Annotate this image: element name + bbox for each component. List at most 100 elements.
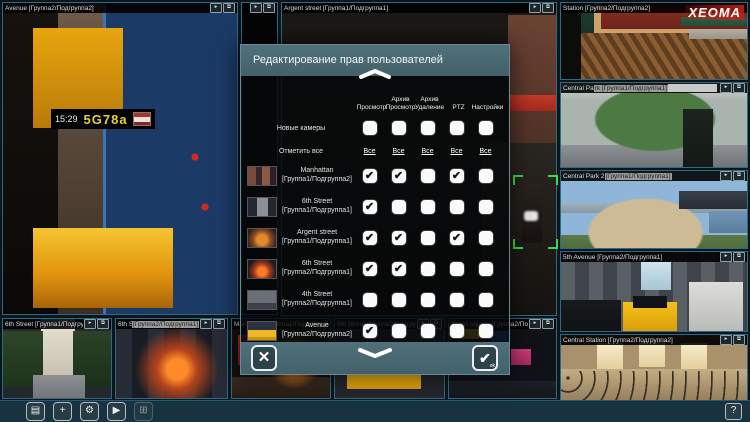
play-icon[interactable]: ▸	[210, 3, 222, 13]
confirm-button[interactable]: ✔ok	[472, 345, 498, 371]
fullscreen-icon[interactable]: ⧉	[733, 83, 745, 93]
select-all-link[interactable]: Все	[450, 148, 462, 155]
permission-checkbox[interactable]	[450, 293, 464, 307]
tile-title: Central Pa	[563, 85, 594, 92]
permission-checkbox[interactable]	[363, 293, 377, 307]
permission-checkbox[interactable]	[392, 200, 406, 214]
cancel-button[interactable]: ✕	[251, 345, 277, 371]
select-all-link[interactable]: Все	[421, 148, 433, 155]
permission-checkbox[interactable]	[450, 231, 464, 245]
xeoma-app-window: Avenue [Группа2/Подгруппа2] ▸⧉ 15:29 5G7…	[0, 0, 750, 422]
permission-checkbox[interactable]	[450, 169, 464, 183]
fullscreen-icon[interactable]: ⧉	[733, 252, 745, 262]
fullscreen-icon[interactable]: ⧉	[213, 319, 225, 329]
camera-feed	[561, 252, 747, 331]
fullscreen-icon[interactable]: ⧉	[733, 335, 745, 345]
camera-tile-6th-street-1[interactable]: 6th Street [Группа1/Подгруппа1] ▸⧉	[2, 318, 112, 399]
permission-checkbox[interactable]	[479, 324, 493, 338]
add-camera-icon[interactable]: +	[53, 402, 72, 421]
tile-title-bar: Central Station [Группа2/Подгруппа2] ▸⧉	[561, 335, 747, 345]
permission-checkbox[interactable]	[479, 200, 493, 214]
tile-title-bar: Argent street [Группа1/Подгруппа1] ▸⧉	[282, 3, 556, 13]
permission-checkbox[interactable]	[392, 262, 406, 276]
col-archive-delete: Архив Удаление	[415, 90, 444, 114]
permission-checkbox[interactable]	[392, 169, 406, 183]
permission-checkbox[interactable]	[421, 200, 435, 214]
permission-checkbox[interactable]	[421, 262, 435, 276]
permission-checkbox[interactable]	[363, 121, 377, 135]
permission-checkbox[interactable]	[421, 169, 435, 183]
fullscreen-icon[interactable]: ⧉	[542, 319, 554, 329]
play-icon[interactable]: ▸	[720, 171, 732, 181]
permission-checkbox[interactable]	[392, 231, 406, 245]
select-all-link[interactable]: Все	[363, 148, 375, 155]
camera-tile-station[interactable]: XEOMA Station [Группа2/Подгруппа2]	[560, 2, 748, 80]
permission-checkbox[interactable]	[479, 169, 493, 183]
tile-title: Argent street [Группа1/Подгруппа1]	[284, 5, 388, 12]
tile-title-input[interactable]	[668, 84, 717, 92]
select-all-link[interactable]: Все	[392, 148, 404, 155]
play-icon[interactable]: ▶	[107, 402, 126, 421]
tile-title-selection[interactable]: rk [Группа1/Подгруппа1]	[594, 85, 668, 92]
permission-checkbox[interactable]	[392, 324, 406, 338]
permission-checkbox[interactable]	[479, 121, 493, 135]
camera-tile-central-park-2[interactable]: Central Park 2 [Группа1/Подгруппа1] ▸⧉	[560, 170, 748, 249]
play-icon[interactable]: ▸	[720, 335, 732, 345]
permission-checkbox[interactable]	[450, 121, 464, 135]
permission-checkbox[interactable]	[479, 293, 493, 307]
tile-title-bar: 5th Avenue [Группа2/Подгруппа1] ▸⧉	[561, 252, 747, 262]
fullscreen-icon[interactable]: ⧉	[542, 3, 554, 13]
scroll-up-chevron[interactable]	[357, 68, 393, 79]
camera-tile-avenue[interactable]: Avenue [Группа2/Подгруппа2] ▸⧉ 15:29 5G7…	[2, 2, 238, 315]
permission-checkbox[interactable]	[421, 231, 435, 245]
scroll-down-chevron[interactable]	[355, 347, 395, 359]
camera-label: 4th Street[Группа2/Подгруппа1]	[279, 291, 355, 309]
permission-checkbox[interactable]	[363, 169, 377, 183]
permission-checkbox[interactable]	[421, 324, 435, 338]
camera-tile-6th-street-2[interactable]: 6th Street [Группа2/Подгруппа1] ▸⧉	[115, 318, 228, 399]
permission-checkbox[interactable]	[363, 231, 377, 245]
tile-title-bar: Avenue [Группа2/Подгруппа2] ▸⧉	[3, 3, 237, 13]
select-all-link[interactable]: Все	[479, 148, 491, 155]
tile-title: 6th Street [Группа1/Подгруппа1]	[5, 321, 83, 328]
camera-list-icon[interactable]: ▤	[26, 402, 45, 421]
play-icon[interactable]: ▸	[529, 319, 541, 329]
permission-checkbox[interactable]	[363, 262, 377, 276]
play-icon[interactable]: ▸	[720, 83, 732, 93]
help-button[interactable]: ?	[725, 403, 742, 420]
settings-gear-icon[interactable]: ⚙	[80, 402, 99, 421]
play-icon[interactable]: ▸	[250, 3, 262, 13]
fullscreen-icon[interactable]: ⧉	[223, 3, 235, 13]
new-cameras-label: Новые камеры	[247, 125, 355, 132]
permission-checkbox[interactable]	[392, 293, 406, 307]
permission-checkbox[interactable]	[479, 231, 493, 245]
camera-label: Manhattan[Группа1/Подгруппа2]	[279, 167, 355, 185]
permission-checkbox[interactable]	[450, 262, 464, 276]
column-headers: Просмотр Архив Просмотр Архив Удаление P…	[357, 90, 509, 114]
permission-checkbox[interactable]	[421, 121, 435, 135]
permission-checkbox[interactable]	[450, 200, 464, 214]
permission-checkbox[interactable]	[479, 262, 493, 276]
permission-checkbox[interactable]	[392, 121, 406, 135]
play-icon[interactable]: ▸	[720, 252, 732, 262]
permission-checkbox[interactable]	[363, 324, 377, 338]
tile-title-bar: Central Park 2 [Группа1/Подгруппа1] ▸⧉	[561, 171, 747, 181]
camera-tile-central-station[interactable]: Central Station [Группа2/Подгруппа2] ▸⧉	[560, 334, 748, 404]
play-icon[interactable]: ▸	[84, 319, 96, 329]
permission-checkbox[interactable]	[450, 324, 464, 338]
permission-checkbox[interactable]	[421, 293, 435, 307]
play-icon[interactable]: ▸	[529, 3, 541, 13]
grid-layout-icon[interactable]: ⊞	[134, 402, 153, 421]
tile-title-bar: 6th Street [Группа1/Подгруппа1] ▸⧉	[3, 319, 111, 329]
fullscreen-icon[interactable]: ⧉	[733, 171, 745, 181]
fullscreen-icon[interactable]: ⧉	[97, 319, 109, 329]
tile-title: Central Station [Группа2/Подгруппа2]	[563, 337, 673, 344]
tile-title: Central Park 2	[563, 173, 605, 180]
fullscreen-icon[interactable]: ⧉	[263, 3, 275, 13]
camera-tile-central-park[interactable]: Central Pa rk [Группа1/Подгруппа1] ▸⧉	[560, 82, 748, 168]
permissions-table: Просмотр Архив Просмотр Архив Удаление P…	[241, 76, 509, 342]
permission-checkbox[interactable]	[363, 200, 377, 214]
ok-label: ok	[490, 363, 495, 369]
play-icon[interactable]: ▸	[200, 319, 212, 329]
camera-tile-5th-avenue[interactable]: 5th Avenue [Группа2/Подгруппа1] ▸⧉	[560, 251, 748, 332]
